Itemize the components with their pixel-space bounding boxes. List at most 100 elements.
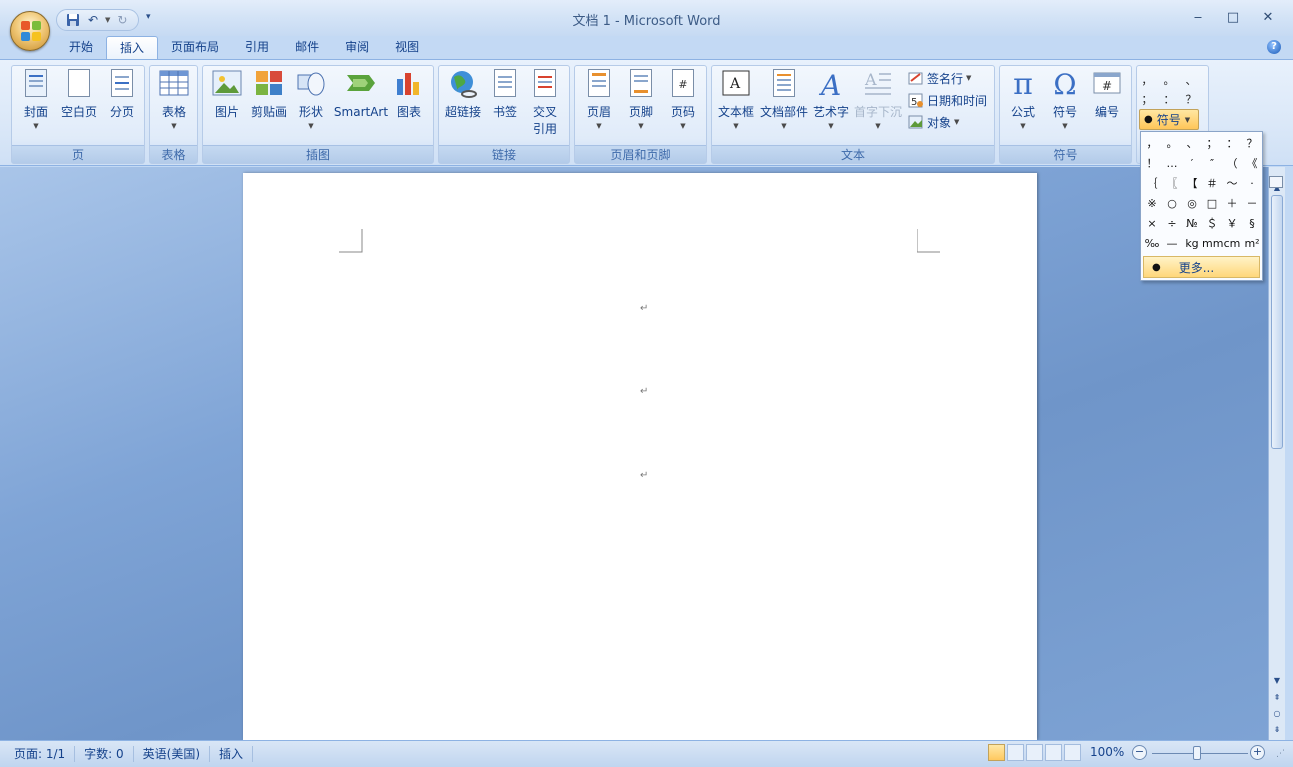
symbol-cell[interactable]: № — [1182, 214, 1202, 234]
document-page[interactable]: ↵ ↵ ↵ — [243, 173, 1037, 740]
quick-symbol[interactable]: ： — [1161, 91, 1177, 107]
print-layout-view-button[interactable] — [988, 744, 1005, 761]
more-symbols-button[interactable]: ● 更多... — [1143, 256, 1260, 278]
symbol-cell[interactable]: × — [1142, 214, 1162, 234]
zoom-level[interactable]: 100% — [1090, 745, 1124, 759]
symbol-cell[interactable]: 、 — [1182, 134, 1202, 154]
symbol-cell[interactable]: § — [1242, 214, 1262, 234]
symbol-cell[interactable]: kg — [1182, 234, 1202, 254]
symbol-cell[interactable]: ＋ — [1222, 194, 1242, 214]
symbol-cell[interactable]: ｛ — [1142, 174, 1162, 194]
picture-button[interactable]: 图片 — [209, 69, 245, 121]
numbering-button[interactable]: # 编号 — [1088, 69, 1126, 121]
resize-grip-icon[interactable]: ⋰ — [1276, 749, 1285, 759]
browse-object-icon[interactable]: ○ — [1269, 707, 1285, 721]
full-screen-reading-view-button[interactable] — [1007, 744, 1024, 761]
symbol-cell[interactable]: m² — [1242, 234, 1262, 254]
symbol-cell[interactable]: ￥ — [1222, 214, 1242, 234]
symbol-cell[interactable]: · — [1242, 174, 1262, 194]
office-button[interactable] — [10, 11, 50, 51]
symbol-button[interactable]: Ω 符号 ▼ — [1046, 69, 1084, 131]
zoom-in-button[interactable]: + — [1250, 745, 1265, 760]
tab-insert[interactable]: 插入 — [106, 36, 159, 60]
drop-cap-button[interactable]: A 首字下沉 ▼ — [852, 69, 904, 131]
symbol-cell[interactable]: ‰ — [1142, 234, 1162, 254]
text-box-button[interactable]: A 文本框 ▼ — [716, 69, 756, 131]
header-button[interactable]: 页眉 ▼ — [581, 69, 617, 131]
symbol-cell[interactable]: － — [1242, 194, 1262, 214]
symbol-dropdown-button[interactable]: ● 符号 ▼ — [1139, 109, 1199, 130]
previous-page-icon[interactable]: ⇞ — [1269, 691, 1285, 705]
tab-mailings[interactable]: 邮件 — [282, 36, 332, 60]
symbol-cell[interactable]: □ — [1202, 194, 1222, 214]
web-layout-view-button[interactable] — [1026, 744, 1043, 761]
quick-symbol[interactable]: ， — [1139, 72, 1155, 88]
ruler-toggle-icon[interactable] — [1269, 176, 1283, 188]
symbol-cell[interactable]: ！ — [1142, 154, 1162, 174]
outline-view-button[interactable] — [1045, 744, 1062, 761]
shapes-button[interactable]: 形状 ▼ — [293, 69, 329, 131]
symbol-cell[interactable]: 〖 — [1162, 174, 1182, 194]
tab-page-layout[interactable]: 页面布局 — [158, 36, 232, 60]
minimize-button[interactable]: ‒ — [1183, 10, 1213, 26]
help-icon[interactable]: ? — [1267, 40, 1281, 54]
symbol-cell[interactable]: ◎ — [1182, 194, 1202, 214]
draft-view-button[interactable] — [1064, 744, 1081, 761]
quick-parts-button[interactable]: 文档部件 ▼ — [758, 69, 810, 131]
footer-button[interactable]: 页脚 ▼ — [623, 69, 659, 131]
status-language[interactable]: 英语(美国) — [134, 746, 211, 762]
signature-line-button[interactable]: 签名行 ▼ — [908, 68, 971, 88]
status-word-count[interactable]: 字数: 0 — [75, 746, 134, 762]
status-page[interactable]: 页面: 1/1 — [0, 746, 76, 762]
scroll-thumb[interactable] — [1271, 195, 1283, 449]
next-page-icon[interactable]: ⇟ — [1269, 723, 1285, 737]
quick-symbol[interactable]: ； — [1139, 91, 1155, 107]
symbol-cell[interactable]: ？ — [1242, 134, 1262, 154]
symbol-cell[interactable]: ″ — [1202, 154, 1222, 174]
tab-view[interactable]: 视图 — [382, 36, 432, 60]
cover-page-button[interactable]: 封面 ▼ — [18, 69, 54, 131]
page-break-button[interactable]: 分页 — [104, 69, 140, 121]
date-time-button[interactable]: 5 日期和时间 — [908, 90, 987, 110]
quick-symbol[interactable]: 。 — [1161, 72, 1177, 88]
symbol-cell[interactable]: ※ — [1142, 194, 1162, 214]
symbol-cell[interactable]: ； — [1202, 134, 1222, 154]
tab-review[interactable]: 审阅 — [332, 36, 382, 60]
page-number-button[interactable]: # 页码 ▼ — [665, 69, 701, 131]
quick-symbol[interactable]: ？ — [1183, 91, 1199, 107]
symbol-cell[interactable]: mm — [1202, 234, 1223, 254]
tab-home[interactable]: 开始 — [56, 36, 106, 60]
scroll-down-icon[interactable]: ▼ — [1269, 674, 1285, 688]
symbol-cell[interactable]: — — [1162, 234, 1182, 254]
quick-symbol[interactable]: 、 — [1183, 72, 1199, 88]
chart-button[interactable]: 图表 — [391, 69, 427, 121]
bookmark-button[interactable]: 书签 — [487, 69, 523, 121]
object-button[interactable]: 对象 ▼ — [908, 112, 959, 132]
symbol-cell[interactable]: cm — [1222, 234, 1242, 254]
symbol-cell[interactable]: ～ — [1222, 174, 1242, 194]
table-button[interactable]: 表格 ▼ — [156, 69, 192, 131]
symbol-cell[interactable]: （ — [1222, 154, 1242, 174]
cross-reference-button[interactable]: 交叉 引用 — [527, 69, 563, 138]
symbol-cell[interactable]: 《 — [1242, 154, 1262, 174]
symbol-cell[interactable]: 。 — [1162, 134, 1182, 154]
maximize-button[interactable]: □ — [1218, 10, 1248, 26]
status-insert-mode[interactable]: 插入 — [210, 746, 254, 762]
symbol-cell[interactable]: … — [1162, 154, 1182, 174]
symbol-cell[interactable]: 【 — [1182, 174, 1202, 194]
zoom-out-button[interactable]: − — [1132, 745, 1147, 760]
wordart-button[interactable]: A 艺术字 ▼ — [812, 69, 850, 131]
equation-button[interactable]: π 公式 ▼ — [1004, 69, 1042, 131]
hyperlink-button[interactable]: 超链接 — [443, 69, 483, 121]
symbol-cell[interactable]: ＃ — [1202, 174, 1222, 194]
tab-references[interactable]: 引用 — [232, 36, 282, 60]
vertical-scrollbar[interactable]: ▲ ▼ ⇞ ○ ⇟ — [1268, 167, 1285, 740]
close-button[interactable]: ✕ — [1253, 10, 1283, 26]
symbol-cell[interactable]: ， — [1142, 134, 1162, 154]
symbol-cell[interactable]: ○ — [1162, 194, 1182, 214]
blank-page-button[interactable]: 空白页 — [58, 69, 100, 121]
zoom-slider-thumb[interactable] — [1193, 746, 1201, 760]
symbol-cell[interactable]: ÷ — [1162, 214, 1182, 234]
symbol-cell[interactable]: ： — [1222, 134, 1242, 154]
smartart-button[interactable]: SmartArt — [333, 69, 389, 121]
